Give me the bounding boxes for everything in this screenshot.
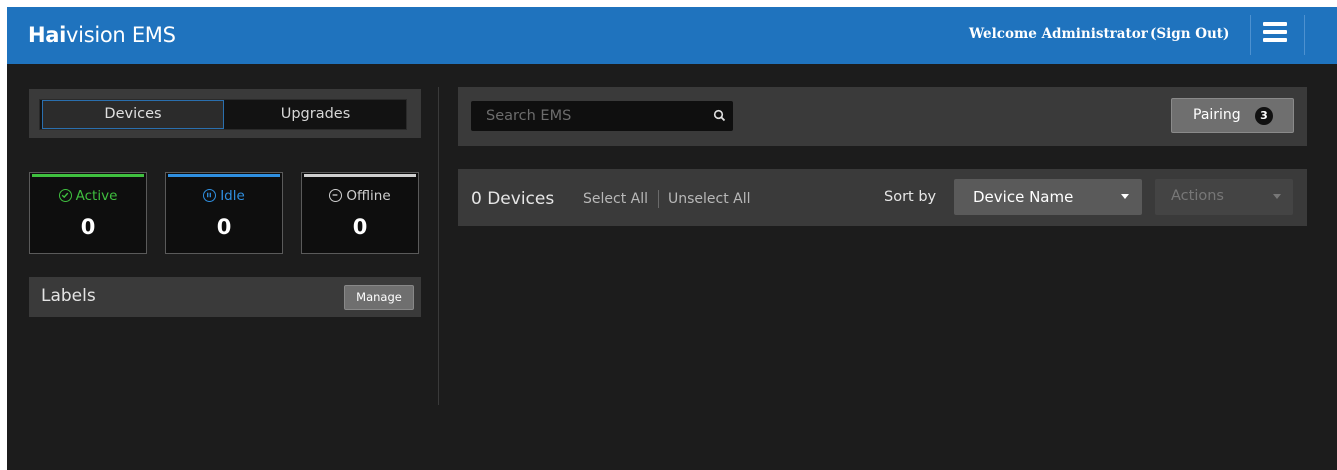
sort-value: Device Name: [973, 188, 1074, 206]
status-card-idle[interactable]: Idle 0: [165, 172, 283, 254]
status-bar: [168, 174, 280, 177]
check-circle-icon: [58, 189, 72, 202]
devices-toolbar: 0 Devices Select All Unselect All Sort b…: [458, 169, 1307, 226]
select-all-link[interactable]: Select All: [583, 191, 648, 207]
top-bar: Haivision EMS Welcome Administrator (Sig…: [7, 7, 1337, 64]
status-bar: [304, 174, 416, 177]
status-count-idle: 0: [216, 215, 232, 239]
manage-labels-button[interactable]: Manage: [344, 285, 414, 310]
column-divider: [438, 87, 439, 405]
pairing-label: Pairing: [1193, 107, 1241, 123]
sort-select[interactable]: Device Name: [954, 179, 1142, 215]
tab-upgrades[interactable]: Upgrades: [225, 100, 406, 129]
unselect-all-link[interactable]: Unselect All: [668, 191, 751, 207]
header-divider: [1250, 15, 1251, 55]
app-window: Haivision EMS Welcome Administrator (Sig…: [7, 7, 1337, 470]
status-count-active: 0: [80, 215, 96, 239]
status-label-offline: Offline: [302, 188, 418, 204]
search-box: [471, 101, 733, 131]
labels-title: Labels: [41, 286, 96, 306]
pairing-count-badge: 3: [1255, 107, 1273, 125]
header-divider: [1304, 15, 1305, 55]
pairing-button[interactable]: Pairing 3: [1171, 98, 1294, 133]
status-card-active[interactable]: Active 0: [29, 172, 147, 254]
labels-panel: Labels Manage: [29, 277, 421, 317]
view-tabs-panel: Devices Upgrades: [29, 89, 421, 138]
pause-circle-icon: [203, 189, 217, 202]
sign-out-link[interactable]: (Sign Out): [1150, 26, 1229, 42]
search-input[interactable]: [471, 101, 701, 131]
tab-devices[interactable]: Devices: [42, 100, 224, 129]
device-count: 0 Devices: [471, 189, 555, 209]
link-divider: [658, 190, 659, 208]
status-card-offline[interactable]: Offline 0: [301, 172, 419, 254]
minus-circle-icon: [329, 189, 343, 202]
welcome-text: Welcome Administrator: [969, 26, 1148, 42]
brand-logo: Haivision EMS: [28, 23, 176, 47]
search-panel: Pairing 3: [458, 87, 1307, 146]
search-icon[interactable]: [713, 109, 727, 123]
view-tabs: Devices Upgrades: [39, 99, 407, 130]
actions-select[interactable]: Actions: [1155, 179, 1293, 215]
actions-label: Actions: [1171, 188, 1224, 204]
hamburger-menu-icon[interactable]: [1263, 22, 1289, 46]
status-label-active: Active: [30, 188, 146, 204]
status-label-idle: Idle: [166, 188, 282, 204]
chevron-down-icon: [1273, 194, 1281, 199]
status-bar: [32, 174, 144, 177]
status-count-offline: 0: [352, 215, 368, 239]
chevron-down-icon: [1121, 194, 1129, 199]
sort-by-label: Sort by: [884, 189, 937, 205]
